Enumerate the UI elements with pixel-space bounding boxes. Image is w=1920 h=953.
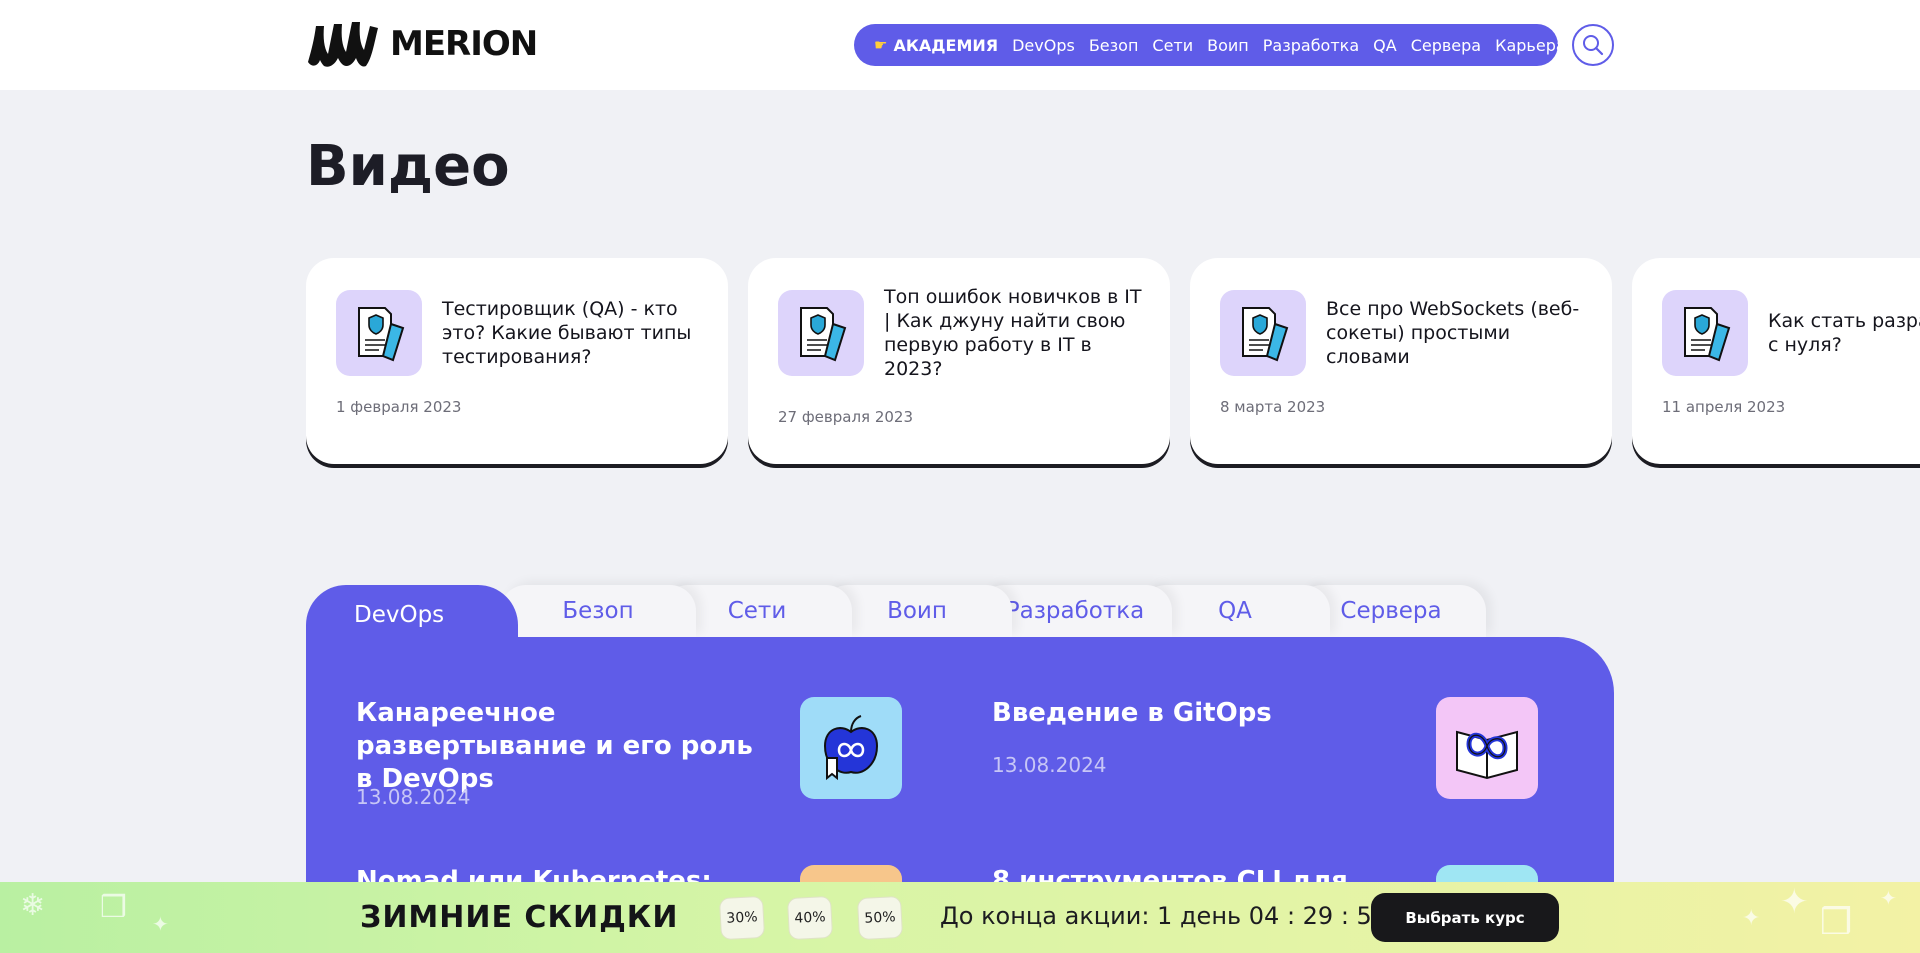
nav-academy-label: АКАДЕМИЯ bbox=[893, 35, 999, 55]
document-shield-icon bbox=[800, 307, 847, 362]
sparkle-icon: ✦ bbox=[1880, 886, 1897, 910]
nav-item-qa[interactable]: QA bbox=[1373, 36, 1397, 55]
video-title: Все про WebSockets (веб-сокеты) простыми… bbox=[1326, 298, 1580, 368]
nav-item-servers[interactable]: Сервера bbox=[1411, 36, 1481, 55]
discount-badge: 40% bbox=[786, 895, 834, 941]
search-icon bbox=[1583, 35, 1604, 56]
tab-devops[interactable]: DevOps bbox=[306, 585, 518, 645]
nav-item-academy[interactable]: ☛ АКАДЕМИЯ bbox=[874, 36, 998, 55]
video-thumbnail bbox=[1220, 290, 1306, 376]
article-title: Введение в GitOps bbox=[992, 698, 1272, 728]
promo-banner: ❄ ❒ ✦ ✦ ✦ ❒ ✦ ЗИМНИЕ СКИДКИ 30% 40% 50% … bbox=[0, 882, 1920, 953]
promo-countdown: До конца акции: 1 день 04 : 29 : 50 bbox=[940, 902, 1388, 930]
site-header: MERION ☛ АКАДЕМИЯ DevOps Безоп Сети Воип… bbox=[0, 0, 1920, 90]
article-title: Канареечное развертывание и его роль в D… bbox=[356, 698, 753, 794]
nav-item-security[interactable]: Безоп bbox=[1089, 36, 1139, 55]
article-image bbox=[800, 697, 902, 799]
video-thumbnail bbox=[778, 290, 864, 376]
logo-mark-icon bbox=[308, 22, 378, 67]
choose-course-button[interactable]: Выбрать курс bbox=[1371, 893, 1559, 942]
snowflake-icon: ❄ bbox=[20, 888, 46, 923]
video-card[interactable]: Тестировщик (QA) - кто это? Какие бывают… bbox=[306, 258, 728, 464]
sparkle-icon: ✦ bbox=[152, 912, 169, 936]
discount-badge: 50% bbox=[856, 895, 904, 941]
tab-security[interactable]: Безоп bbox=[500, 585, 696, 637]
search-button[interactable] bbox=[1572, 24, 1614, 66]
article-date: 13.08.2024 bbox=[992, 753, 1107, 777]
nav-item-voip[interactable]: Воип bbox=[1207, 36, 1249, 55]
promo-title: ЗИМНИЕ СКИДКИ bbox=[360, 900, 679, 935]
gift-icon: ❒ bbox=[1820, 902, 1853, 943]
video-thumbnail bbox=[336, 290, 422, 376]
nav-item-devops[interactable]: DevOps bbox=[1012, 36, 1075, 55]
nav-item-development[interactable]: Разработка bbox=[1263, 36, 1359, 55]
article-date: 13.08.2024 bbox=[356, 785, 471, 809]
video-thumbnail bbox=[1662, 290, 1748, 376]
book-infinity-icon bbox=[1456, 730, 1518, 780]
document-shield-icon bbox=[1242, 307, 1289, 362]
gift-icon: ❒ bbox=[100, 890, 127, 925]
video-title: Как стать разработчиком с нуля? bbox=[1768, 310, 1920, 356]
article-image bbox=[1436, 697, 1538, 799]
logo[interactable]: MERION bbox=[306, 18, 538, 70]
video-title: Тестировщик (QA) - кто это? Какие бывают… bbox=[442, 298, 692, 368]
pointing-hand-icon: ☛ bbox=[874, 36, 888, 54]
document-shield-icon bbox=[358, 307, 405, 362]
video-card[interactable]: Все про WebSockets (веб-сокеты) простыми… bbox=[1190, 258, 1612, 464]
discount-badge: 30% bbox=[718, 895, 766, 941]
main-nav: ☛ АКАДЕМИЯ DevOps Безоп Сети Воип Разраб… bbox=[854, 24, 1566, 66]
video-date: 8 марта 2023 bbox=[1220, 398, 1326, 416]
document-shield-icon bbox=[1684, 307, 1731, 362]
video-carousel: Тестировщик (QA) - кто это? Какие бывают… bbox=[306, 258, 1920, 468]
nav-item-networks[interactable]: Сети bbox=[1152, 36, 1193, 55]
video-title: Топ ошибок новичков в IT | Как джуну най… bbox=[884, 286, 1142, 380]
page-title: Видео bbox=[306, 134, 510, 199]
apple-infinity-icon bbox=[823, 715, 879, 781]
category-tabs: Сервера QA Разработка Воип Сети Безоп De… bbox=[306, 585, 1614, 645]
video-card[interactable]: Топ ошибок новичков в IT | Как джуну най… bbox=[748, 258, 1170, 464]
sparkle-icon: ✦ bbox=[1780, 882, 1809, 922]
video-date: 11 апреля 2023 bbox=[1662, 398, 1786, 416]
sparkle-icon: ✦ bbox=[1742, 906, 1761, 931]
nav-item-career[interactable]: Карьера bbox=[1495, 36, 1566, 55]
video-card[interactable]: Как стать разработчиком с нуля? 11 апрел… bbox=[1632, 258, 1920, 464]
video-date: 27 февраля 2023 bbox=[778, 408, 914, 426]
logo-text: MERION bbox=[390, 24, 538, 64]
video-date: 1 февраля 2023 bbox=[336, 398, 462, 416]
